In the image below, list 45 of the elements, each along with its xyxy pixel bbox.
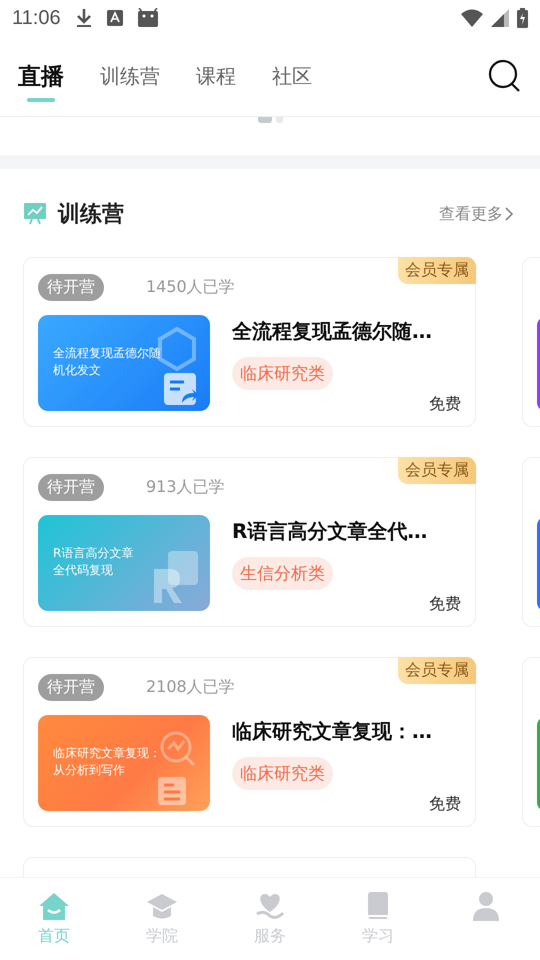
chevron-right-icon: [505, 207, 514, 221]
person-icon: [470, 890, 502, 922]
course-card[interactable]: 会员专属 待开营 913人已学 R语言高分文章 全代码复现 R语言高分文章全代… 生信分析类 免费: [23, 457, 476, 627]
price-label: 免费: [429, 594, 461, 615]
status-time: 11:06: [12, 6, 61, 30]
thumbnail-caption: 全流程复现孟德尔随: [53, 345, 161, 362]
wifi-icon: [461, 9, 483, 27]
tab[interactable]: 训练营: [100, 48, 160, 104]
learner-count: 2108人已学: [146, 677, 235, 698]
download-icon: [74, 8, 93, 28]
android-robot-icon: [136, 8, 159, 28]
member-badge: 会员专属: [398, 657, 476, 684]
status-pill: 待开营: [38, 474, 104, 501]
thumbnail-caption: 机化发文: [53, 362, 101, 379]
thumbnail-caption: 从分析到写作: [53, 762, 125, 779]
home-icon: [38, 890, 70, 922]
member-badge: 会员专属: [398, 257, 476, 284]
category-tag: 生信分析类: [232, 557, 333, 590]
thumbnail-caption: 全代码复现: [53, 562, 113, 579]
battery-charging-icon: [517, 8, 528, 28]
section-title: 训练营: [58, 201, 124, 229]
course-title: 临床研究文章复现：…: [232, 718, 433, 745]
learner-count: 1450人已学: [146, 277, 235, 298]
signal-icon: [491, 9, 509, 27]
course-title: 全流程复现孟德尔随…: [232, 318, 433, 345]
course-card[interactable]: 会员专属 待开营 1450人已学 全流程复现孟德尔随 机化发文 全流程复现孟德尔随… 临床研究类 免费: [23, 257, 476, 427]
category-tag: 临床研究类: [232, 357, 333, 390]
price-label: 免费: [429, 794, 461, 815]
course-title: R语言高分文章全代…: [232, 518, 428, 545]
search-icon[interactable]: [488, 59, 522, 93]
thumbnail-caption: R语言高分文章: [53, 545, 134, 562]
tab[interactable]: 社区: [272, 48, 312, 104]
course-card[interactable]: 会员专属 待开营 2108人已学 临床研究文章复现： 从分析到写作 临床研究文章复现：… 临床研究类 免费: [23, 657, 476, 827]
category-tag: 临床研究类: [232, 757, 333, 790]
font-app-icon: [106, 10, 123, 26]
status-pill: 待开营: [38, 674, 104, 701]
see-more-link[interactable]: 查看更多: [439, 204, 514, 224]
learner-count: 913人已学: [146, 477, 225, 498]
thumbnail-caption: 临床研究文章复现：: [53, 745, 161, 762]
member-badge: 会员专属: [398, 457, 476, 484]
tab[interactable]: 直播: [18, 48, 64, 104]
tab[interactable]: 课程: [196, 48, 236, 104]
status-pill: 待开营: [38, 274, 104, 301]
price-label: 免费: [429, 394, 461, 415]
presentation-chart-icon: [24, 203, 46, 225]
